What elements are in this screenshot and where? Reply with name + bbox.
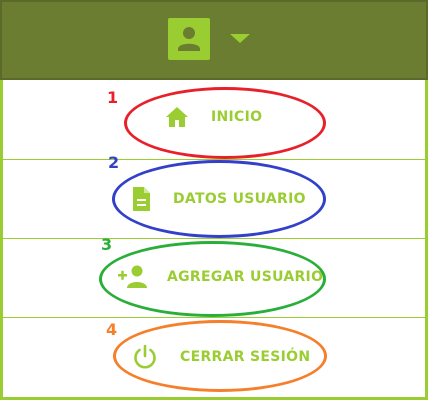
annotation-number-1: 1 xyxy=(107,88,119,107)
annotation-number-3: 3 xyxy=(101,235,113,254)
annotation-number-4: 4 xyxy=(106,320,118,339)
annotation-ellipse-3 xyxy=(99,241,326,317)
annotation-ellipse-2 xyxy=(112,160,326,238)
header-bar xyxy=(0,0,428,80)
account-box-icon[interactable] xyxy=(168,18,210,60)
annotation-number-2: 2 xyxy=(108,153,120,172)
caret-down-icon[interactable] xyxy=(230,34,250,43)
annotation-ellipse-4 xyxy=(113,320,327,392)
annotation-ellipse-1 xyxy=(124,87,326,159)
